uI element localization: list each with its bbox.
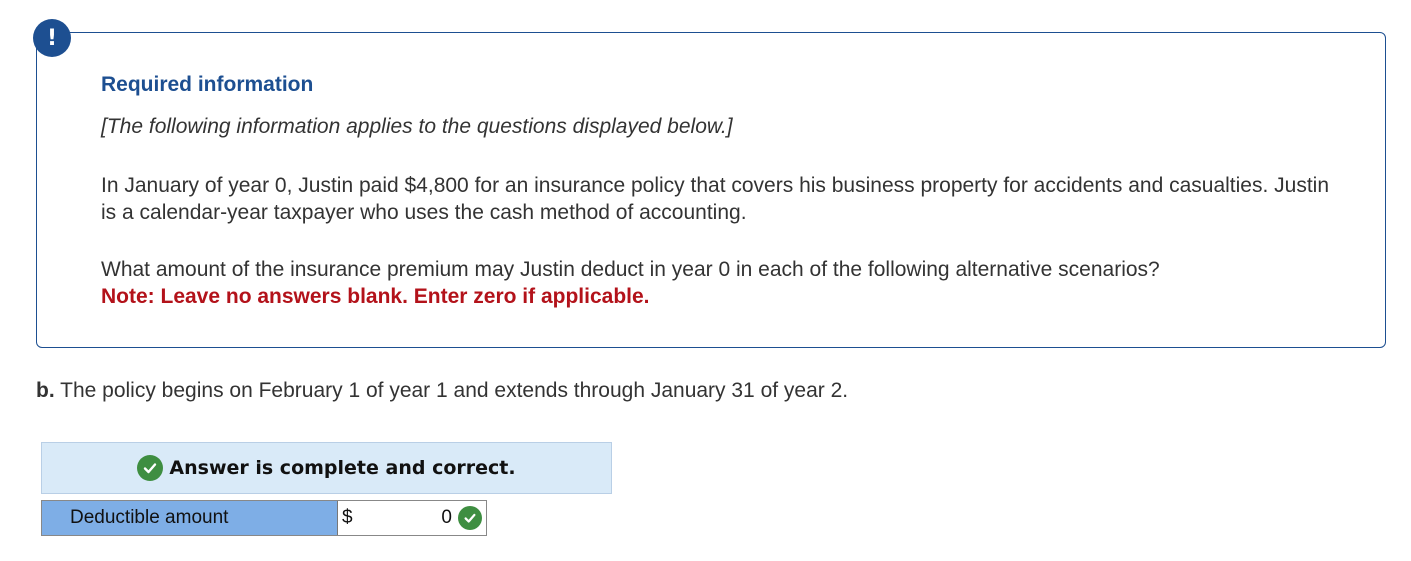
question-part-label: b. — [36, 379, 55, 402]
info-paragraph: In January of year 0, Justin paid $4,800… — [101, 174, 1330, 224]
required-information-panel: Required information [The following info… — [36, 32, 1386, 348]
info-intro: [The following information applies to th… — [101, 115, 733, 138]
check-circle-icon — [137, 455, 164, 481]
currency-symbol: $ — [342, 507, 353, 528]
answer-row: Deductible amount $ 0 — [41, 500, 487, 536]
answer-status-text: Answer is complete and correct. — [169, 457, 516, 479]
answer-label: Deductible amount — [42, 501, 338, 535]
question-text: The policy begins on February 1 of year … — [60, 379, 849, 402]
answer-value: 0 — [441, 507, 452, 528]
check-circle-icon — [458, 506, 482, 530]
info-title: Required information — [101, 73, 314, 96]
info-question-block: What amount of the insurance premium may… — [101, 256, 1331, 310]
alert-icon: ! — [33, 19, 71, 57]
question-prompt: b. The policy begins on February 1 of ye… — [36, 379, 848, 403]
answer-status-banner: Answer is complete and correct. — [41, 442, 612, 494]
info-question: What amount of the insurance premium may… — [101, 258, 1160, 281]
info-note: Note: Leave no answers blank. Enter zero… — [101, 285, 650, 308]
deductible-amount-input[interactable]: 0 — [362, 501, 486, 535]
